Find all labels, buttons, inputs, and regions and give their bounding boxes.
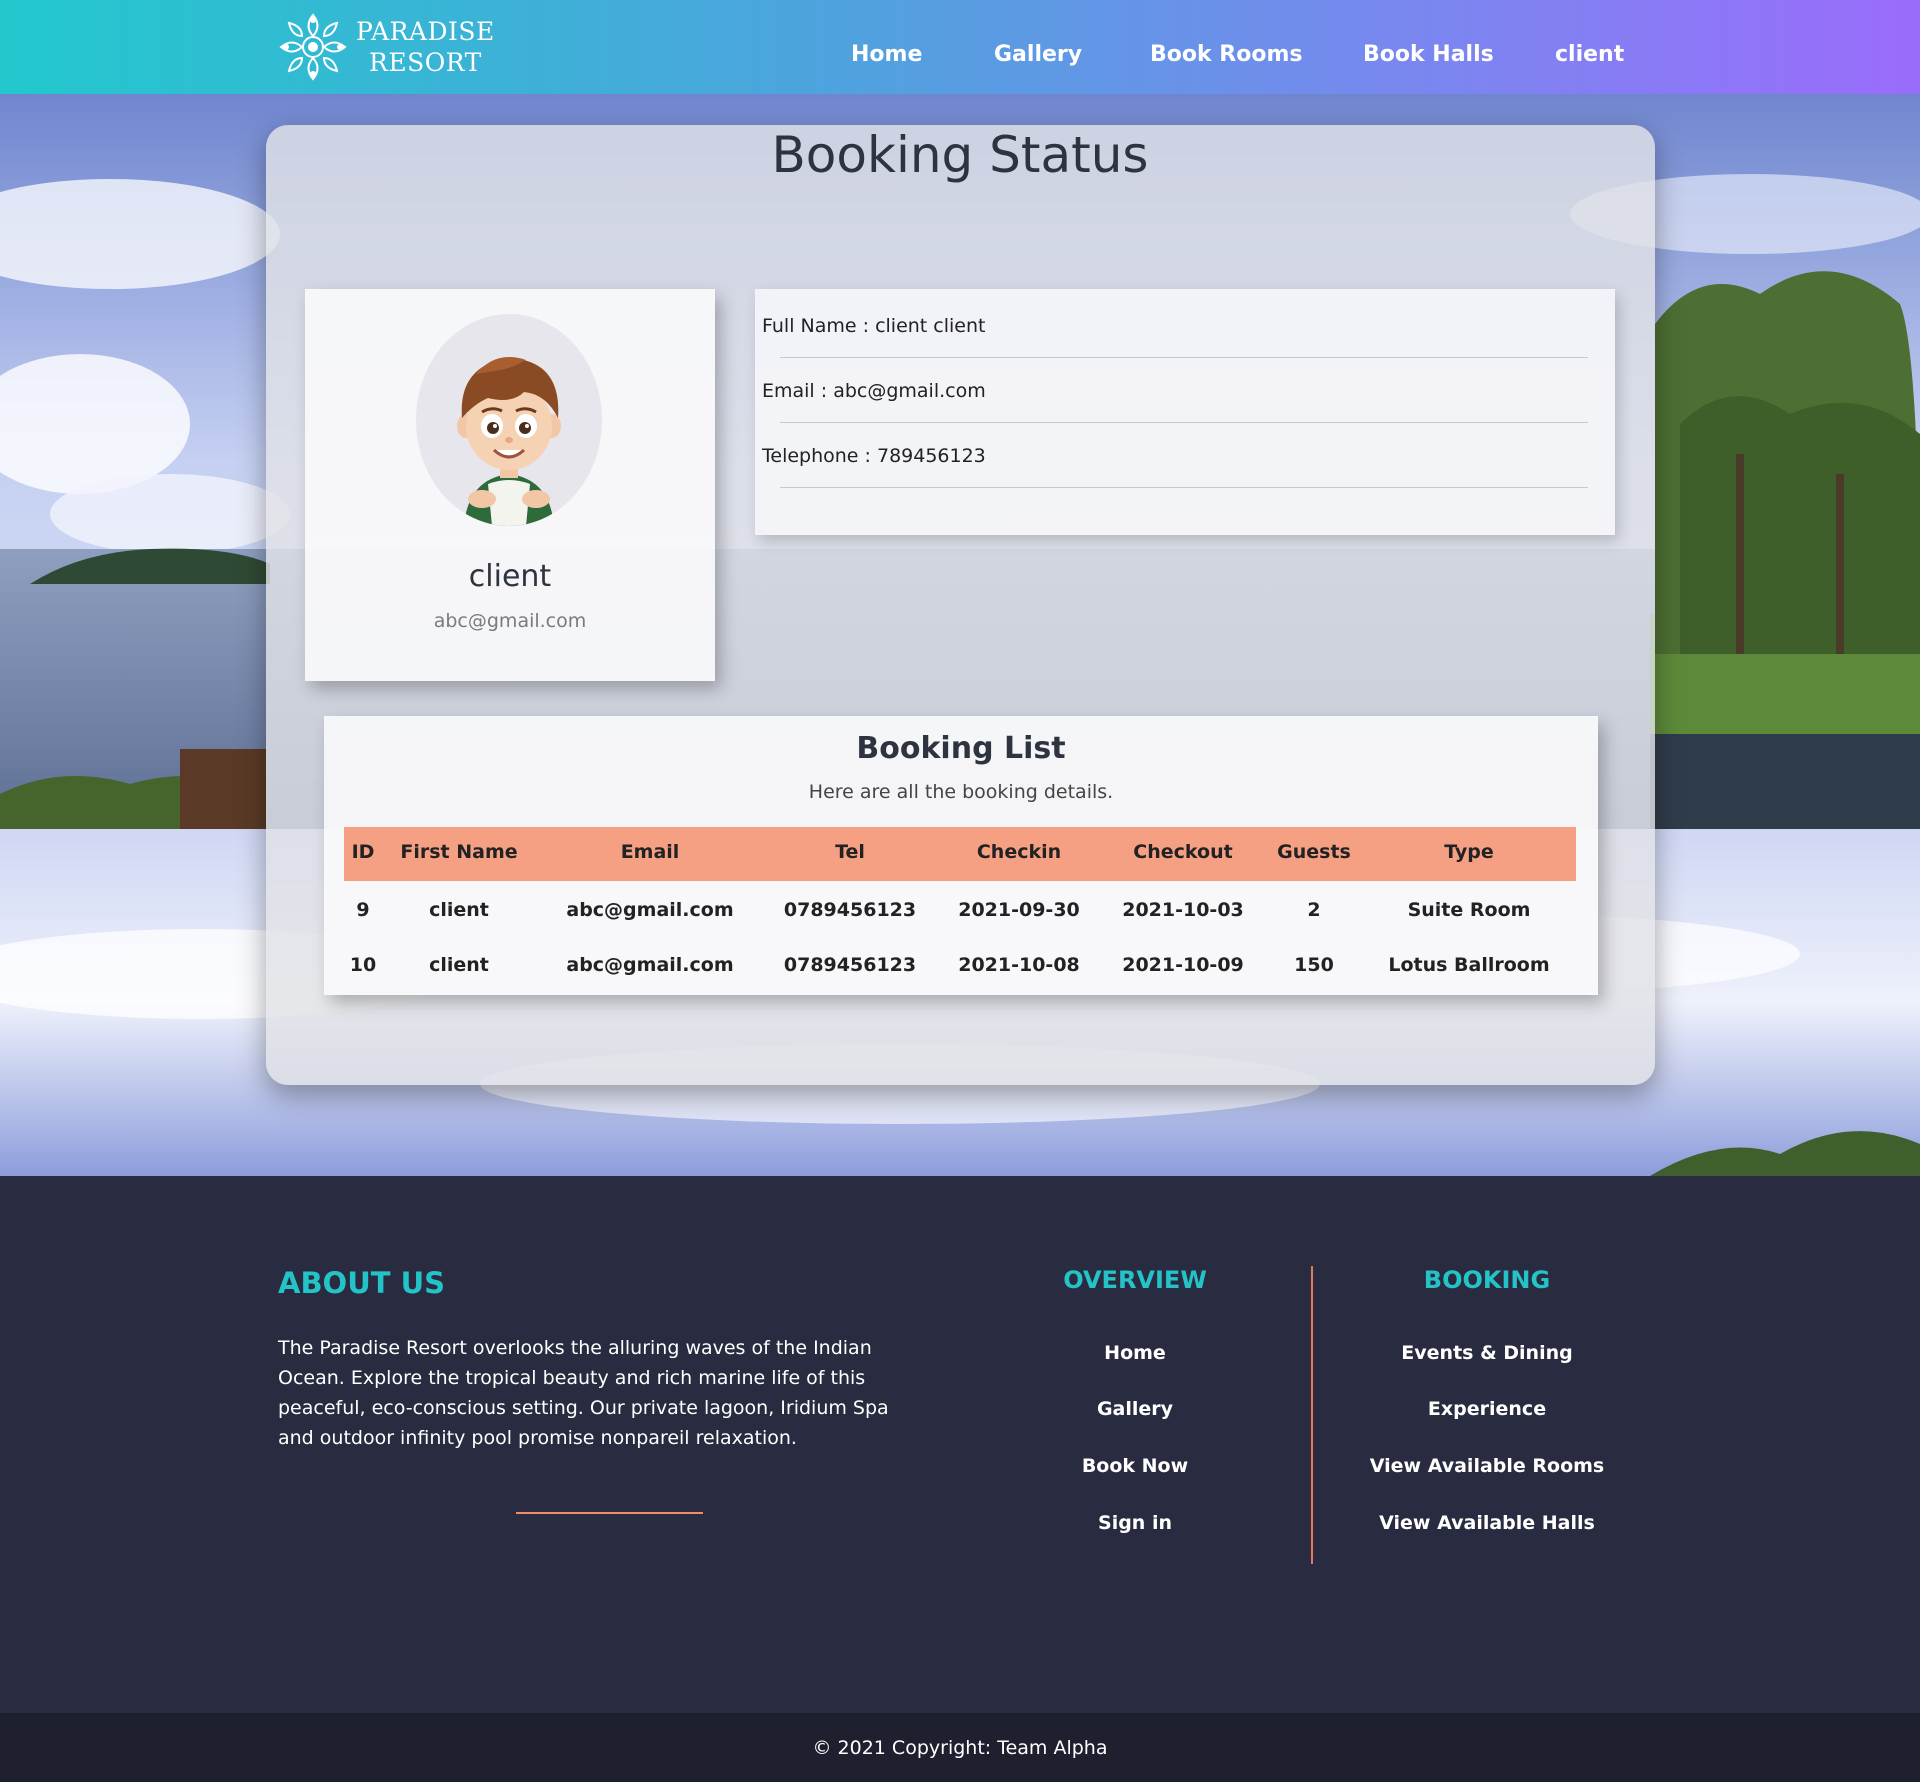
- cell-email: abc@gmail.com: [566, 954, 734, 976]
- detail-full-name: Full Name : client client: [762, 315, 986, 337]
- brand-line-2: RESORT: [369, 48, 482, 77]
- footer-link-experience[interactable]: Experience: [1428, 1398, 1546, 1420]
- nav-book-halls[interactable]: Book Halls: [1363, 42, 1494, 67]
- cell-checkin: 2021-09-30: [958, 899, 1080, 921]
- profile-card: client abc@gmail.com: [305, 289, 715, 681]
- booking-heading: BOOKING: [1423, 1266, 1551, 1294]
- detail-divider: [780, 422, 1588, 423]
- cell-email: abc@gmail.com: [566, 899, 734, 921]
- column-header-type: Type: [1444, 841, 1494, 863]
- profile-email: abc@gmail.com: [433, 610, 587, 632]
- footer-link-book-now[interactable]: Book Now: [1082, 1455, 1188, 1477]
- site-footer: ABOUT US The Paradise Resort overlooks t…: [0, 1176, 1920, 1713]
- cell-checkout: 2021-10-03: [1122, 899, 1244, 921]
- about-us-text: The Paradise Resort overlooks the alluri…: [278, 1337, 889, 1449]
- footer-link-home[interactable]: Home: [1104, 1342, 1166, 1364]
- nav-book-rooms[interactable]: Book Rooms: [1150, 42, 1302, 67]
- about-divider: [516, 1512, 703, 1514]
- brand-line-1: PARADISE: [356, 17, 495, 46]
- detail-email: Email : abc@gmail.com: [762, 380, 986, 402]
- column-header-first-name: First Name: [400, 841, 518, 863]
- cartoon-boy-avatar-icon: [457, 357, 561, 526]
- cell-type: Lotus Ballroom: [1388, 954, 1550, 976]
- brand-logo-link[interactable]: PARADISE RESORT: [278, 12, 495, 82]
- ornament-logo-icon: [279, 13, 347, 81]
- footer-link-events-dining[interactable]: Events & Dining: [1401, 1342, 1572, 1364]
- booking-list-subtitle: Here are all the booking details.: [808, 781, 1114, 803]
- nav-gallery[interactable]: Gallery: [994, 42, 1082, 67]
- booking-list-card: Booking List Here are all the booking de…: [324, 716, 1598, 995]
- cell-first-name: client: [429, 954, 489, 976]
- about-us-heading: ABOUT US: [278, 1266, 446, 1300]
- cell-checkout: 2021-10-09: [1122, 954, 1244, 976]
- column-header-id: ID: [351, 841, 375, 863]
- cell-id: 10: [349, 954, 377, 976]
- overview-heading: OVERVIEW: [1063, 1266, 1207, 1294]
- column-header-checkin: Checkin: [976, 841, 1062, 863]
- footer-link-gallery[interactable]: Gallery: [1097, 1398, 1173, 1420]
- profile-name: client: [468, 559, 552, 594]
- nav-home[interactable]: Home: [851, 42, 922, 67]
- table-header-row: ID First Name Email Tel Checkin Checkout…: [344, 827, 1576, 881]
- nav-user-menu[interactable]: client: [1555, 42, 1624, 67]
- cell-guests: 150: [1294, 954, 1334, 976]
- detail-telephone: Telephone : 789456123: [762, 445, 986, 467]
- user-details-card: Full Name : client client Email : abc@gm…: [755, 289, 1615, 535]
- cell-checkin: 2021-10-08: [958, 954, 1080, 976]
- cell-type: Suite Room: [1407, 899, 1531, 921]
- cell-tel: 0789456123: [783, 899, 917, 921]
- copyright-bar: © 2021 Copyright: Team Alpha: [0, 1713, 1920, 1782]
- column-header-email: Email: [620, 841, 680, 863]
- footer-column-divider: [1311, 1266, 1313, 1564]
- booking-list-title: Booking List: [856, 731, 1066, 766]
- detail-divider: [780, 357, 1588, 358]
- page-title: Booking Status: [771, 126, 1149, 184]
- avatar: [416, 314, 602, 526]
- detail-divider: [780, 487, 1588, 488]
- top-navbar: PARADISE RESORT Home Gallery Book Rooms …: [0, 0, 1920, 94]
- column-header-checkout: Checkout: [1133, 841, 1233, 863]
- brand-name: PARADISE RESORT: [356, 16, 495, 78]
- column-header-tel: Tel: [835, 841, 865, 863]
- footer-link-available-rooms[interactable]: View Available Rooms: [1370, 1455, 1604, 1477]
- cell-first-name: client: [429, 899, 489, 921]
- footer-link-sign-in[interactable]: Sign in: [1098, 1512, 1172, 1534]
- cell-tel: 0789456123: [783, 954, 917, 976]
- column-header-guests: Guests: [1277, 841, 1351, 863]
- cell-id: 9: [356, 899, 370, 921]
- footer-link-available-halls[interactable]: View Available Halls: [1379, 1512, 1595, 1534]
- cell-guests: 2: [1307, 899, 1321, 921]
- copyright-text: © 2021 Copyright: Team Alpha: [812, 1737, 1108, 1759]
